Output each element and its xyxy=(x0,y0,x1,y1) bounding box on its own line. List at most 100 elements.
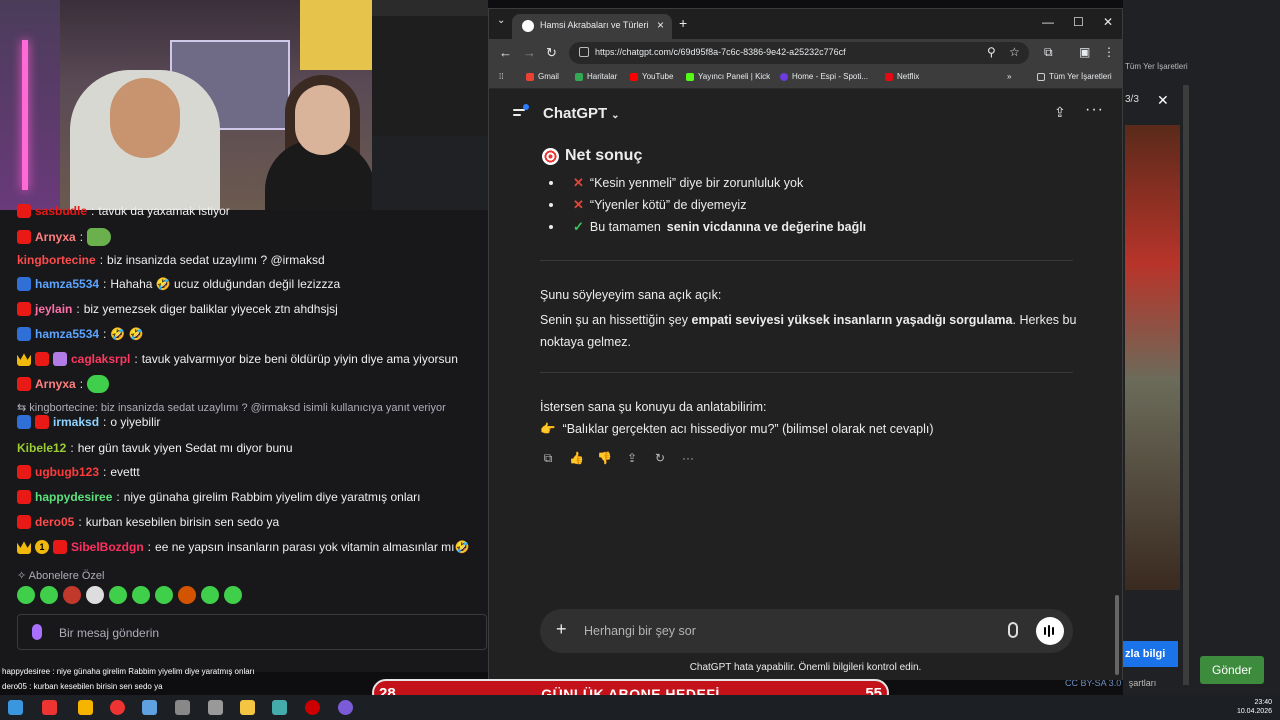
thumbs-down-icon[interactable]: 👎 xyxy=(597,451,612,465)
model-selector[interactable]: ChatGPT ⌄ xyxy=(543,105,620,122)
bookmark-maps[interactable]: Haritalar xyxy=(575,72,617,81)
paragraph: Senin şu an hissettiğin şey empati seviy… xyxy=(540,313,1077,349)
share-icon[interactable]: ⇪ xyxy=(625,451,639,465)
bookmark-spotify[interactable]: Home - Espi - Spoti... xyxy=(780,72,868,81)
emote-icon xyxy=(224,586,242,604)
cross-icon: ✕ xyxy=(573,175,584,190)
more-options-icon[interactable]: ··· xyxy=(1085,101,1104,119)
cross-icon: ✕ xyxy=(573,197,584,212)
app-icon[interactable] xyxy=(208,700,223,715)
app-icon[interactable] xyxy=(78,700,93,715)
chatgpt-favicon-icon xyxy=(522,20,534,32)
minimize-icon[interactable]: — xyxy=(1042,15,1054,29)
menu-icon[interactable]: ⋮ xyxy=(1103,45,1115,59)
add-attachment-icon[interactable]: + xyxy=(556,619,567,640)
badge-icon xyxy=(17,415,31,429)
close-icon[interactable]: ✕ xyxy=(1157,92,1169,109)
badge-icon xyxy=(17,490,31,504)
bookmark-netflix[interactable]: Netflix xyxy=(885,72,919,81)
more-bookmarks-icon[interactable]: » xyxy=(1007,72,1011,81)
forward-icon[interactable]: → xyxy=(523,45,536,60)
prompt-composer[interactable]: + Herhangi bir şey sor xyxy=(540,609,1073,653)
app-icon[interactable] xyxy=(175,700,190,715)
app-icon[interactable] xyxy=(338,700,353,715)
site-info-icon[interactable] xyxy=(579,47,589,57)
paragraph: 👉 “Balıklar gerçekten acı hissediyor mu?… xyxy=(540,422,934,436)
close-tab-icon[interactable]: × xyxy=(657,18,664,32)
bookmark-kick[interactable]: Yayıncı Paneli | Kick xyxy=(686,72,770,81)
chat-message-input[interactable]: Bir mesaj gönderin xyxy=(17,614,487,650)
emote-icon xyxy=(132,586,150,604)
app-icon[interactable] xyxy=(272,700,287,715)
chat-message: dero05: kurban kesebilen birisin sen sedo… xyxy=(17,515,279,529)
scrollbar[interactable] xyxy=(1183,85,1189,685)
chat-message: 1 SibelBozdgn: ee ne yapsın insanların par… xyxy=(17,540,469,554)
emote-icon xyxy=(63,586,81,604)
share-icon[interactable]: ⇪ xyxy=(1054,104,1066,121)
send-button[interactable]: Gönder xyxy=(1200,656,1264,684)
app-icon[interactable] xyxy=(42,700,57,715)
webcam-overlay xyxy=(0,0,372,210)
profile-icon[interactable]: ▣ xyxy=(1079,45,1090,59)
fish-image xyxy=(1125,125,1180,590)
regenerate-icon[interactable]: ↻ xyxy=(653,451,667,465)
maximize-icon[interactable]: ☐ xyxy=(1073,15,1084,29)
prompt-input[interactable]: Herhangi bir şey sor xyxy=(584,624,696,638)
more-info-button[interactable]: zla bilgi xyxy=(1123,641,1178,667)
subscriber-emotes-label: ✧ Abonelere Özel xyxy=(17,570,105,582)
emote-icon xyxy=(155,586,173,604)
target-icon xyxy=(542,147,559,165)
zoom-icon[interactable]: ⚲ xyxy=(987,45,996,59)
image-counter: 3/3 xyxy=(1125,94,1139,105)
bookmark-star-icon[interactable]: ☆ xyxy=(1009,45,1020,59)
bookmark-gmail[interactable]: Gmail xyxy=(526,72,559,81)
address-bar[interactable]: https://chatgpt.com/c/69d95f8a-7c6c-8386… xyxy=(569,42,1029,64)
emote-icon xyxy=(178,586,196,604)
bookmark-youtube[interactable]: YouTube xyxy=(630,72,673,81)
mic-icon[interactable] xyxy=(32,624,42,640)
extensions-icon[interactable]: ⧉ xyxy=(1044,45,1053,60)
taskbar: 23:40 10.04.2026 xyxy=(0,695,1280,720)
app-icon[interactable] xyxy=(142,700,157,715)
browser-window: ⌄ Hamsi Akrabaları ve Türleri × + — ☐ ✕ … xyxy=(488,8,1123,680)
crown-icon xyxy=(17,353,31,366)
voice-mode-button[interactable] xyxy=(1036,617,1064,645)
scrollbar[interactable] xyxy=(1115,595,1119,675)
app-icon[interactable] xyxy=(305,700,320,715)
system-clock[interactable]: 23:40 10.04.2026 xyxy=(1237,698,1272,716)
net-result-heading: Net sonuç xyxy=(542,147,642,165)
chat-message: kingbortecine: biz insanizda sedat uzaylı… xyxy=(17,253,325,267)
copy-icon[interactable]: ⧉ xyxy=(541,451,555,465)
list-item: ✕ “Kesin yenmeli” diye bir zorunluluk yok xyxy=(549,175,803,191)
folder-icon[interactable] xyxy=(240,700,255,715)
apps-icon[interactable]: ⁞⁞ xyxy=(499,72,503,81)
emote-picker-row[interactable] xyxy=(17,586,242,604)
sidebar-toggle-icon[interactable] xyxy=(513,104,529,119)
more-icon[interactable]: ··· xyxy=(681,451,695,465)
chat-message: happydesiree: niye günaha girelim Rabbim … xyxy=(17,490,421,504)
ticker-line: happydesiree : niye günaha girelim Rabbi… xyxy=(2,667,255,676)
close-window-icon[interactable]: ✕ xyxy=(1103,15,1113,29)
stream-chat-panel: sasbudle: tavuk da yaxamak istiyor Arnyxa… xyxy=(0,204,488,672)
start-icon[interactable] xyxy=(8,700,23,715)
frog-emote-icon xyxy=(87,228,112,246)
gold-badge: 1 xyxy=(35,540,49,554)
emote-icon xyxy=(40,586,58,604)
app-icon[interactable] xyxy=(110,700,125,715)
badge-icon xyxy=(35,415,49,429)
thumbs-up-icon[interactable]: 👍 xyxy=(569,451,584,465)
new-tab-icon[interactable]: + xyxy=(679,15,687,31)
chat-message: caglaksrpl: tavuk yalvarmıyor bize beni ö… xyxy=(17,352,458,366)
tab-active[interactable]: Hamsi Akrabaları ve Türleri × xyxy=(512,14,672,39)
dictate-mic-icon[interactable] xyxy=(1008,622,1018,638)
emote-icon xyxy=(86,586,104,604)
emote-icon xyxy=(17,586,35,604)
tab-search-icon[interactable]: ⌄ xyxy=(497,15,511,29)
crown-icon xyxy=(17,541,31,554)
divider xyxy=(540,372,1073,373)
chat-ticker-overlay: happydesiree : niye günaha girelim Rabbi… xyxy=(0,665,372,695)
back-icon[interactable]: ← xyxy=(499,45,512,60)
reload-icon[interactable]: ↻ xyxy=(546,45,557,61)
all-bookmarks-folder[interactable]: Tüm Yer İşaretleri xyxy=(1037,72,1112,81)
chat-message: ugbugb123: evettt xyxy=(17,465,140,479)
